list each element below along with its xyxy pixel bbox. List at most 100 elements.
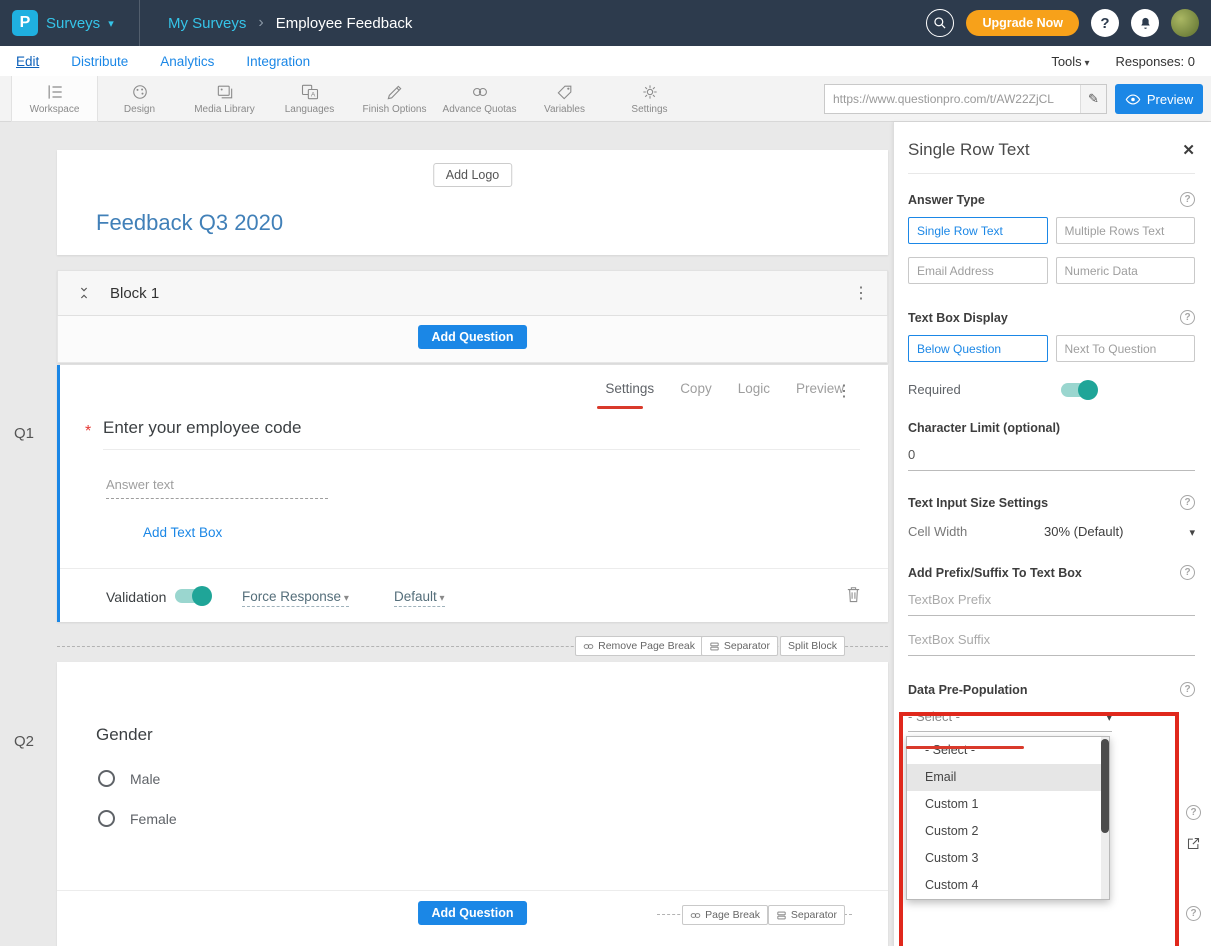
radio-option-male[interactable]: Male [98, 770, 160, 787]
toolbar-label: Finish Options [363, 104, 427, 115]
chevron-down-icon [108, 14, 114, 32]
dropdown-option-custom2[interactable]: Custom 2 [907, 818, 1109, 845]
add-logo-button[interactable]: Add Logo [433, 163, 513, 187]
help-icon[interactable] [1186, 906, 1201, 921]
help-icon[interactable] [1180, 310, 1195, 325]
text-box-display-label: Text Box Display [908, 311, 1008, 325]
cell-width-value[interactable]: 30% (Default) [1044, 524, 1123, 539]
tab-integration[interactable]: Integration [246, 54, 310, 69]
text-input-size-label: Text Input Size Settings [908, 496, 1048, 510]
survey-canvas: Q1 Q2 Add Logo Feedback Q3 2020 Block 1 … [0, 122, 893, 946]
radio-button[interactable] [98, 810, 115, 827]
breadcrumb-my-surveys[interactable]: My Surveys [168, 15, 246, 32]
validation-toggle[interactable] [175, 589, 209, 603]
dropdown-option-email[interactable]: Email [907, 764, 1109, 791]
tab-analytics[interactable]: Analytics [160, 54, 214, 69]
radio-option-female[interactable]: Female [98, 810, 177, 827]
help-button[interactable] [1091, 9, 1119, 37]
tab-edit[interactable]: Edit [16, 54, 39, 69]
advance-quotas-icon [470, 82, 490, 102]
answer-text-placeholder[interactable]: Answer text [106, 477, 328, 499]
question-2-text[interactable]: Gender [96, 725, 153, 745]
chevron-down-icon[interactable] [1189, 524, 1195, 539]
link-icon [583, 641, 594, 652]
toolbar-item-media-library[interactable]: Media Library [182, 76, 267, 121]
toolbar-item-finish-options[interactable]: Finish Options [352, 76, 437, 121]
dropdown-option-select[interactable]: - Select - [907, 737, 1109, 764]
page-break-button[interactable]: Page Break [682, 905, 768, 925]
question-1-text[interactable]: Enter your employee code [103, 418, 301, 438]
answer-type-options: Single Row Text Multiple Rows Text Email… [908, 217, 1195, 284]
help-icon[interactable] [1180, 565, 1195, 580]
block-title[interactable]: Block 1 [110, 285, 159, 302]
split-block-button[interactable]: Split Block [780, 636, 845, 656]
question-2-card: Gender Male Female Add Question Page Bre… [57, 662, 888, 946]
answer-type-email[interactable]: Email Address [908, 257, 1048, 284]
edit-url-pencil-icon[interactable] [1080, 85, 1106, 113]
help-icon[interactable] [1186, 805, 1201, 820]
avatar[interactable] [1171, 9, 1199, 37]
search-button[interactable] [926, 9, 954, 37]
breadcrumb: My Surveys Employee Feedback [168, 14, 412, 32]
tab-logic[interactable]: Logic [738, 381, 770, 396]
topbar: P Surveys My Surveys Employee Feedback U… [0, 0, 1211, 46]
tab-copy[interactable]: Copy [680, 381, 712, 396]
toolbar-item-variables[interactable]: Variables [522, 76, 607, 121]
display-below-question[interactable]: Below Question [908, 335, 1048, 362]
toolbar-item-languages[interactable]: A Languages [267, 76, 352, 121]
default-dropdown[interactable]: Default [394, 589, 445, 607]
textbox-prefix-input[interactable] [908, 592, 1195, 616]
tools-menu[interactable]: Tools [1051, 54, 1089, 69]
toolbar-label: Settings [631, 104, 667, 115]
help-icon[interactable] [1180, 192, 1195, 207]
add-question-button-top[interactable]: Add Question [418, 325, 528, 349]
textbox-suffix-input[interactable] [908, 632, 1195, 656]
dropdown-option-custom3[interactable]: Custom 3 [907, 845, 1109, 872]
page-break-row: Remove Page Break Separator Split Block [57, 636, 888, 656]
separator-button[interactable]: Separator [768, 905, 845, 925]
character-limit-input[interactable] [908, 447, 1195, 471]
dropdown-scrollbar[interactable] [1101, 737, 1109, 899]
external-link-icon[interactable] [1186, 836, 1201, 851]
separator-button[interactable]: Separator [701, 636, 778, 656]
scrollbar-thumb[interactable] [1101, 739, 1109, 833]
survey-url-input[interactable] [825, 92, 1080, 106]
dropdown-option-custom4[interactable]: Custom 4 [907, 872, 1109, 899]
preview-button[interactable]: Preview [1115, 84, 1203, 114]
toolbar-label: Media Library [194, 104, 255, 115]
panel-title: Single Row Text [908, 140, 1030, 160]
block-kebab-menu-icon[interactable] [853, 283, 869, 303]
toolbar-item-settings[interactable]: Settings [607, 76, 692, 121]
toolbar-item-design[interactable]: Design [97, 76, 182, 121]
question-2-divider [57, 890, 888, 891]
responses-count[interactable]: Responses: 0 [1116, 54, 1196, 69]
link-icon [690, 910, 701, 921]
collapse-block-button[interactable] [76, 285, 92, 301]
data-prepopulation-select[interactable]: - Select - [908, 709, 1112, 732]
toolbar-item-advance-quotas[interactable]: Advance Quotas [437, 76, 522, 121]
answer-type-multiple-rows[interactable]: Multiple Rows Text [1056, 217, 1196, 244]
tab-settings[interactable]: Settings [605, 381, 654, 396]
force-response-dropdown[interactable]: Force Response [242, 589, 349, 607]
survey-title[interactable]: Feedback Q3 2020 [96, 210, 283, 236]
radio-button[interactable] [98, 770, 115, 787]
toolbar-item-workspace[interactable]: Workspace [12, 76, 97, 121]
surveys-app-menu[interactable]: P Surveys [0, 0, 140, 46]
add-text-box-link[interactable]: Add Text Box [143, 525, 222, 540]
close-icon[interactable] [1182, 141, 1195, 159]
delete-question-button[interactable] [845, 585, 862, 609]
dropdown-option-custom1[interactable]: Custom 1 [907, 791, 1109, 818]
answer-type-numeric[interactable]: Numeric Data [1056, 257, 1196, 284]
q2-gutter-label: Q2 [14, 733, 34, 750]
tab-distribute[interactable]: Distribute [71, 54, 128, 69]
help-icon[interactable] [1180, 682, 1195, 697]
help-icon[interactable] [1180, 495, 1195, 510]
required-toggle[interactable] [1061, 383, 1095, 397]
display-next-to-question[interactable]: Next To Question [1056, 335, 1196, 362]
remove-page-break-button[interactable]: Remove Page Break [575, 636, 703, 656]
notifications-button[interactable] [1131, 9, 1159, 37]
upgrade-now-button[interactable]: Upgrade Now [966, 10, 1079, 36]
add-question-button-bottom[interactable]: Add Question [418, 901, 528, 925]
answer-type-single-row[interactable]: Single Row Text [908, 217, 1048, 244]
question-kebab-menu-icon[interactable] [836, 381, 852, 401]
